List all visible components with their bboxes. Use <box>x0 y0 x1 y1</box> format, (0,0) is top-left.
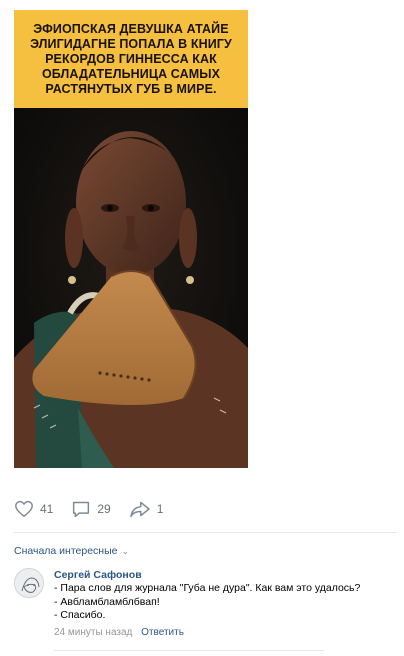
divider <box>14 532 396 533</box>
comments-sort-label: Сначала интересные <box>14 545 118 557</box>
post-image[interactable]: ЭФИОПСКАЯ ДЕВУШКА АТАЙЕ ЭЛИГИДАГНЕ ПОПАЛ… <box>14 10 248 468</box>
caption-line: РЕКОРДОВ ГИННЕССА КАК <box>45 51 217 66</box>
comments-sort-dropdown[interactable]: Сначала интересные ⌄ <box>14 545 129 557</box>
comment-line: - Авбламбламблбвап! <box>54 595 160 608</box>
caption-line: ЭФИОПСКАЯ ДЕВУШКА АТАЙЕ <box>33 21 229 36</box>
like-button[interactable]: 41 <box>14 500 53 518</box>
comment-button[interactable]: 29 <box>71 500 111 518</box>
caption-text: ЭФИОПСКАЯ ДЕВУШКА АТАЙЕ ЭЛИГИДАГНЕ ПОПАЛ… <box>30 22 232 97</box>
share-icon <box>129 501 150 518</box>
comments-count: 29 <box>97 502 111 516</box>
avatar[interactable] <box>14 568 44 598</box>
reply-button[interactable]: Ответить <box>141 627 184 638</box>
avatar-sketch-icon <box>15 569 43 597</box>
likes-count: 41 <box>40 502 54 516</box>
comment-line: - Пара слов для журнала "Губа не дура". … <box>54 582 361 594</box>
comment-meta: 24 минуты назад Ответить <box>54 626 396 639</box>
comment-author[interactable]: Сергей Сафонов <box>54 569 396 582</box>
comment-line: - Спасибо. <box>54 609 106 621</box>
caption-line: РАСТЯНУТЫХ ГУБ В МИРЕ. <box>45 81 217 96</box>
comment-time[interactable]: 24 минуты назад <box>54 627 132 638</box>
comment-icon <box>73 501 90 518</box>
chevron-down-icon: ⌄ <box>121 545 130 556</box>
woman-photo <box>14 108 248 468</box>
heart-icon <box>15 500 33 518</box>
caption-line: ОБЛАДАТЕЛЬНИЦА САМЫХ <box>41 66 221 81</box>
share-button[interactable]: 1 <box>129 500 164 518</box>
comment-body: Сергей Сафонов - Пара слов для журнала "… <box>54 569 396 639</box>
divider <box>54 650 324 651</box>
post-actions: 41 29 1 <box>14 498 181 520</box>
shares-count: 1 <box>156 502 164 516</box>
caption-line: ЭЛИГИДАГНЕ ПОПАЛА В КНИГУ <box>30 36 232 51</box>
caption-panel: ЭФИОПСКАЯ ДЕВУШКА АТАЙЕ ЭЛИГИДАГНЕ ПОПАЛ… <box>14 10 248 108</box>
